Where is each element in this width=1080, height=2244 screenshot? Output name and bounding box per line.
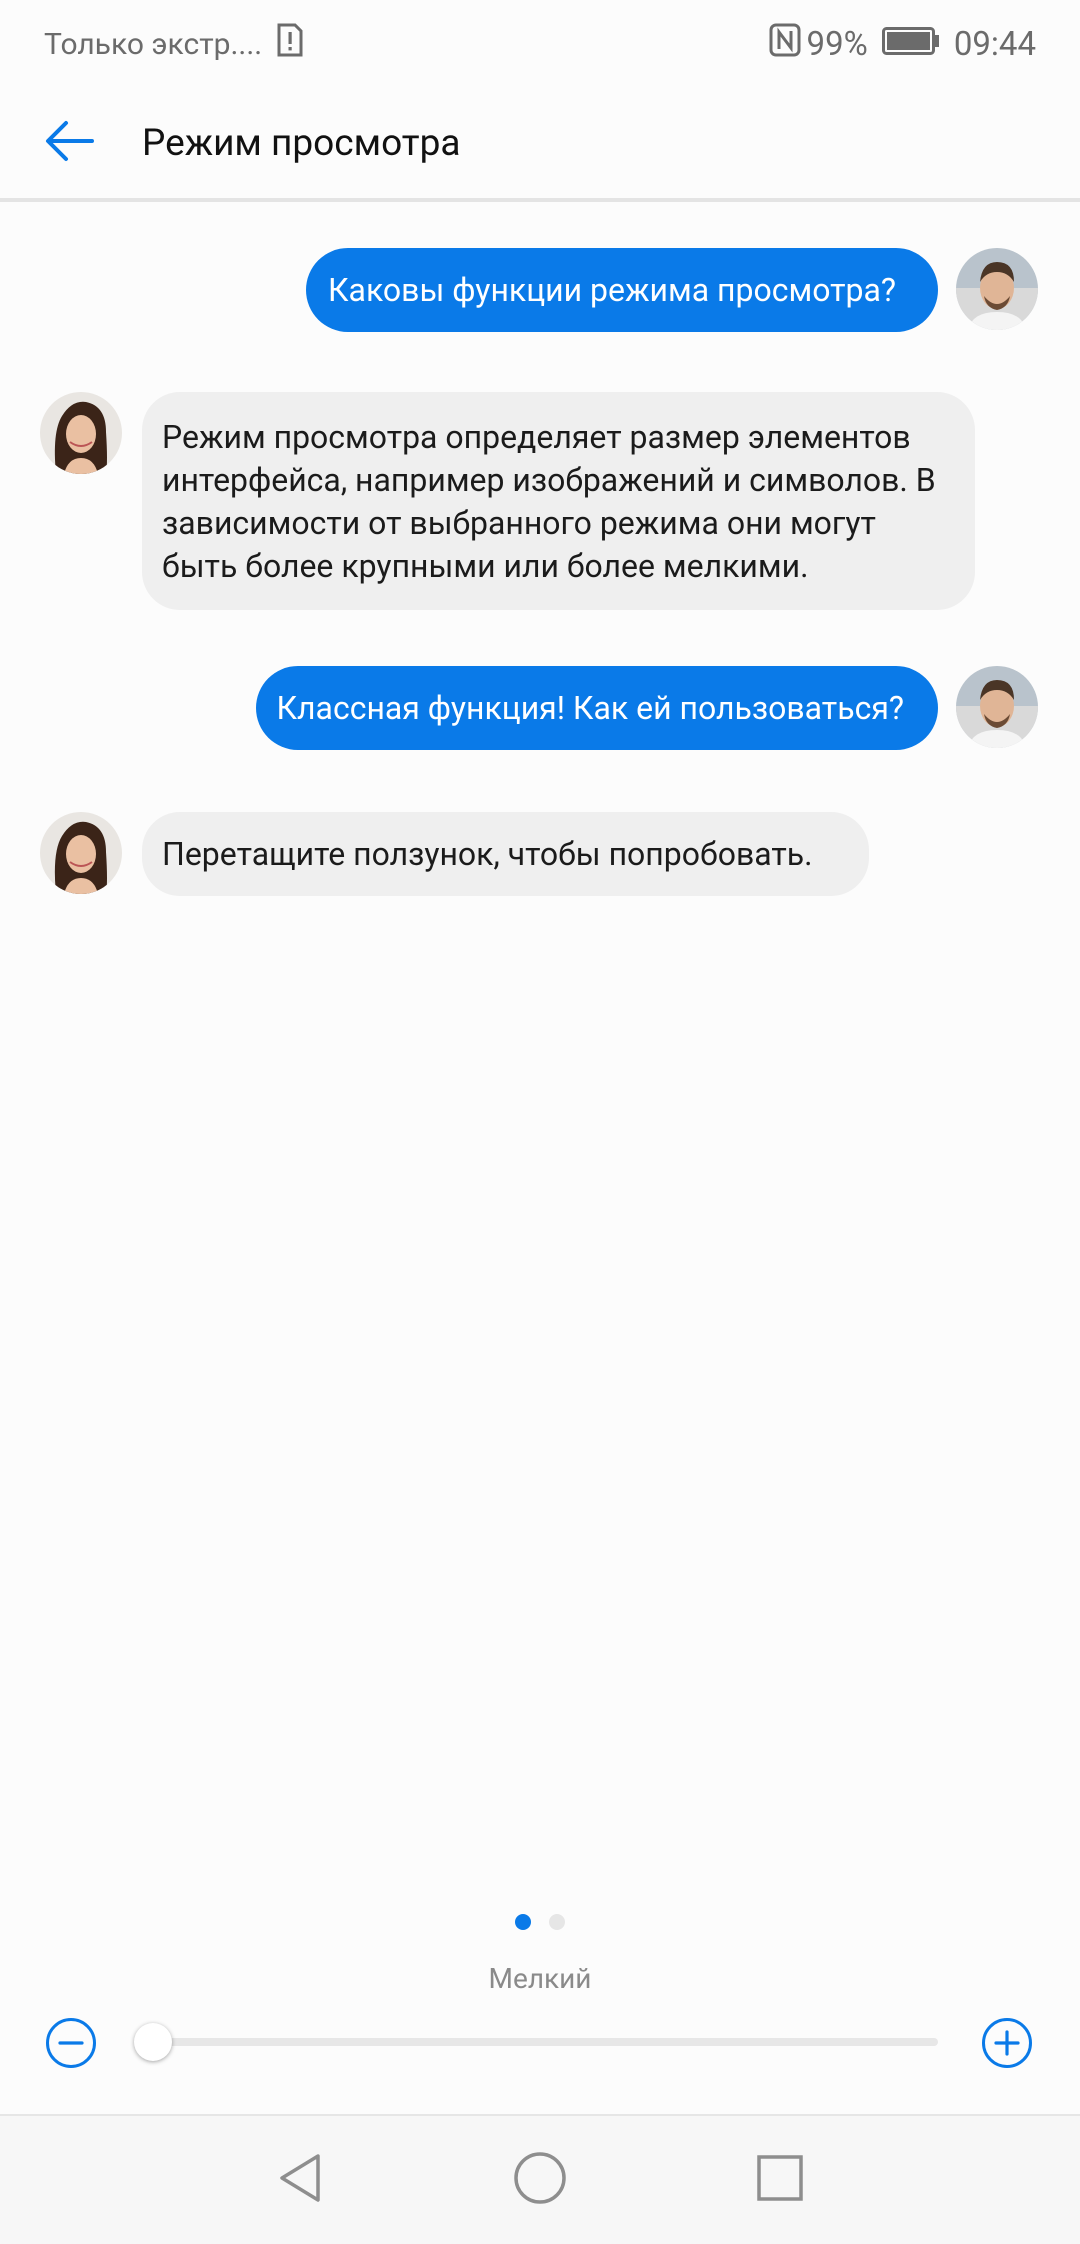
sim-alert-icon: [276, 23, 304, 65]
page-indicator: [0, 1914, 1080, 1930]
nfc-icon: [769, 23, 801, 66]
app-bar: Режим просмотра: [0, 88, 1080, 202]
home-circle-icon: [513, 2151, 567, 2209]
chat-message-incoming: Перетащите ползунок, чтобы попробовать.: [142, 812, 869, 896]
page-dot: [549, 1914, 565, 1930]
arrow-left-icon: [44, 119, 96, 167]
back-button[interactable]: [0, 86, 140, 200]
chat-message-outgoing: Классная функция! Как ей пользоваться?: [256, 666, 938, 750]
message-bubble: Перетащите ползунок, чтобы попробовать.: [142, 812, 869, 896]
user-avatar: [956, 248, 1038, 330]
slider-thumb[interactable]: [134, 2023, 172, 2061]
display-size-control: [0, 2012, 1080, 2074]
nav-home-button[interactable]: [420, 2116, 660, 2244]
nav-back-button[interactable]: [180, 2116, 420, 2244]
plus-circle-icon: [985, 2021, 1029, 2065]
nav-recents-button[interactable]: [660, 2116, 900, 2244]
status-bar: Только экстр.... 99% 09:44: [0, 0, 1080, 88]
assistant-avatar: [40, 392, 122, 474]
status-left: Только экстр....: [44, 23, 304, 65]
increase-size-button[interactable]: [982, 2018, 1032, 2068]
status-right: 99% 09:44: [769, 23, 1036, 66]
decrease-size-button[interactable]: [46, 2018, 96, 2068]
minus-circle-icon: [49, 2021, 93, 2065]
clock: 09:44: [953, 24, 1036, 64]
message-bubble: Режим просмотра определяет размер элемен…: [142, 392, 975, 610]
slider-track[interactable]: [152, 2038, 938, 2046]
assistant-avatar: [40, 812, 122, 894]
message-bubble: Классная функция! Как ей пользоваться?: [256, 666, 938, 750]
battery-percent: 99%: [806, 24, 868, 64]
carrier-text: Только экстр....: [44, 26, 263, 62]
message-bubble: Каковы функции режима просмотра?: [305, 248, 938, 332]
user-avatar: [956, 666, 1038, 748]
back-triangle-icon: [276, 2152, 324, 2208]
battery-icon: [881, 25, 940, 64]
chat-message-incoming: Режим просмотра определяет размер элемен…: [142, 392, 975, 610]
page-title: Режим просмотра: [142, 121, 461, 165]
recents-square-icon: [756, 2154, 804, 2206]
page-dot-active: [515, 1914, 531, 1930]
display-size-label: Мелкий: [488, 1962, 592, 1995]
system-nav-bar: [0, 2114, 1080, 2244]
chat-message-outgoing: Каковы функции режима просмотра?: [305, 248, 938, 332]
